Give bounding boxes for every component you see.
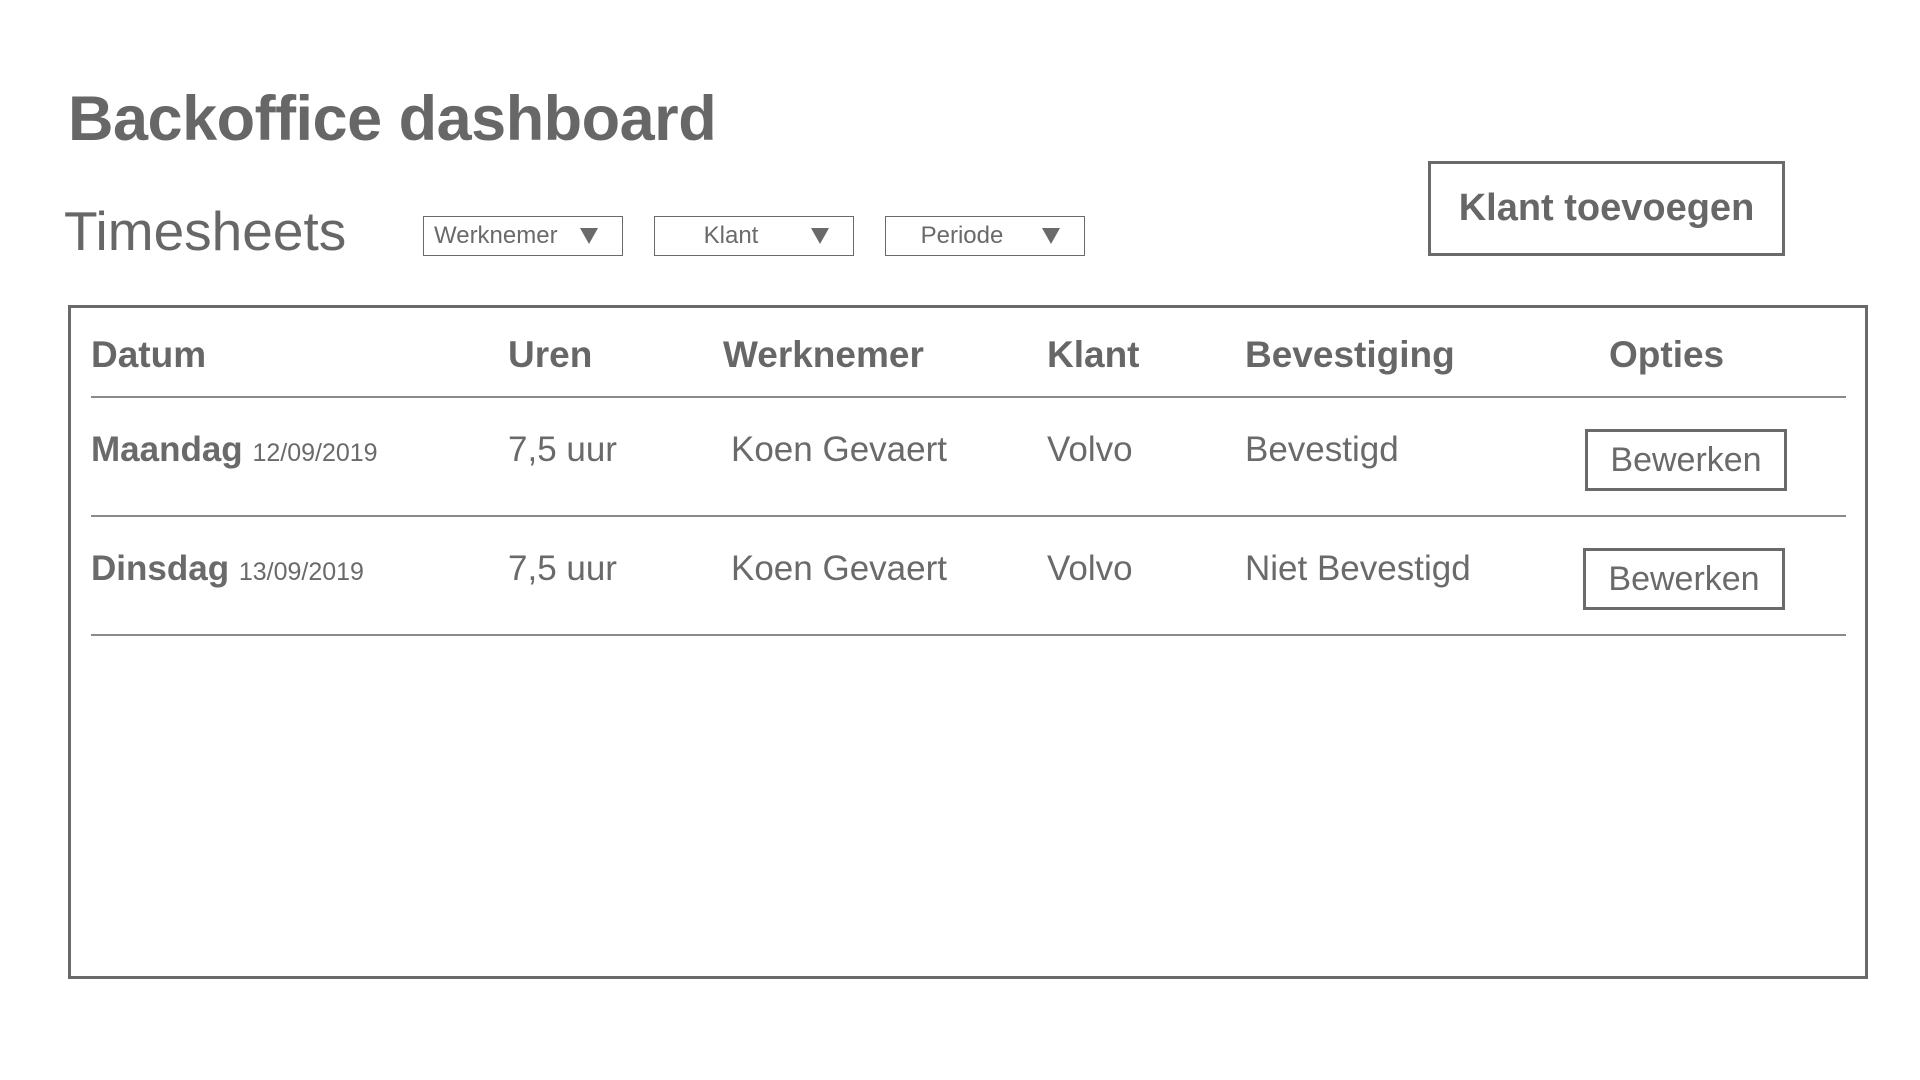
row-status: Bevestigd — [1245, 430, 1399, 469]
triangle-down-icon — [580, 228, 598, 244]
triangle-down-icon — [1042, 228, 1060, 244]
row-divider — [91, 634, 1846, 636]
row-day: Maandag — [91, 430, 243, 469]
edit-button[interactable]: Bewerken — [1585, 429, 1787, 491]
werknemer-filter-dropdown[interactable]: Werknemer — [423, 216, 623, 256]
klant-filter-label: Klant — [703, 222, 759, 249]
row-employee: Koen Gevaert — [731, 549, 947, 588]
column-header-datum: Datum — [91, 334, 207, 375]
row-date: 13/09/2019 — [238, 558, 364, 586]
column-header-uren: Uren — [508, 334, 593, 375]
column-header-opties: Opties — [1609, 334, 1725, 375]
row-hours: 7,5 uur — [508, 549, 617, 588]
add-client-button[interactable]: Klant toevoegen — [1428, 161, 1785, 256]
row-date-cell: Maandag 12/09/2019 — [91, 432, 378, 467]
row-client: Volvo — [1047, 549, 1133, 588]
row-divider — [91, 515, 1846, 517]
header-divider — [91, 396, 1846, 398]
periode-filter-label: Periode — [920, 222, 1004, 249]
row-date-cell: Dinsdag 13/09/2019 — [91, 551, 364, 586]
werknemer-filter-label: Werknemer — [434, 222, 558, 249]
periode-filter-dropdown[interactable]: Periode — [885, 216, 1085, 256]
column-header-klant: Klant — [1047, 334, 1140, 375]
triangle-down-icon — [811, 228, 829, 244]
section-title: Timesheets — [64, 200, 347, 262]
row-day: Dinsdag — [91, 549, 230, 588]
timesheets-table: Datum Uren Werknemer Klant Bevestiging O… — [68, 305, 1868, 979]
row-status: Niet Bevestigd — [1245, 549, 1471, 588]
page-title: Backoffice dashboard — [68, 84, 717, 154]
column-header-bevestiging: Bevestiging — [1245, 334, 1455, 375]
row-hours: 7,5 uur — [508, 430, 617, 469]
row-date: 12/09/2019 — [252, 439, 378, 467]
column-header-werknemer: Werknemer — [723, 334, 924, 375]
klant-filter-dropdown[interactable]: Klant — [654, 216, 854, 256]
row-client: Volvo — [1047, 430, 1133, 469]
edit-button[interactable]: Bewerken — [1583, 548, 1785, 610]
row-employee: Koen Gevaert — [731, 430, 947, 469]
